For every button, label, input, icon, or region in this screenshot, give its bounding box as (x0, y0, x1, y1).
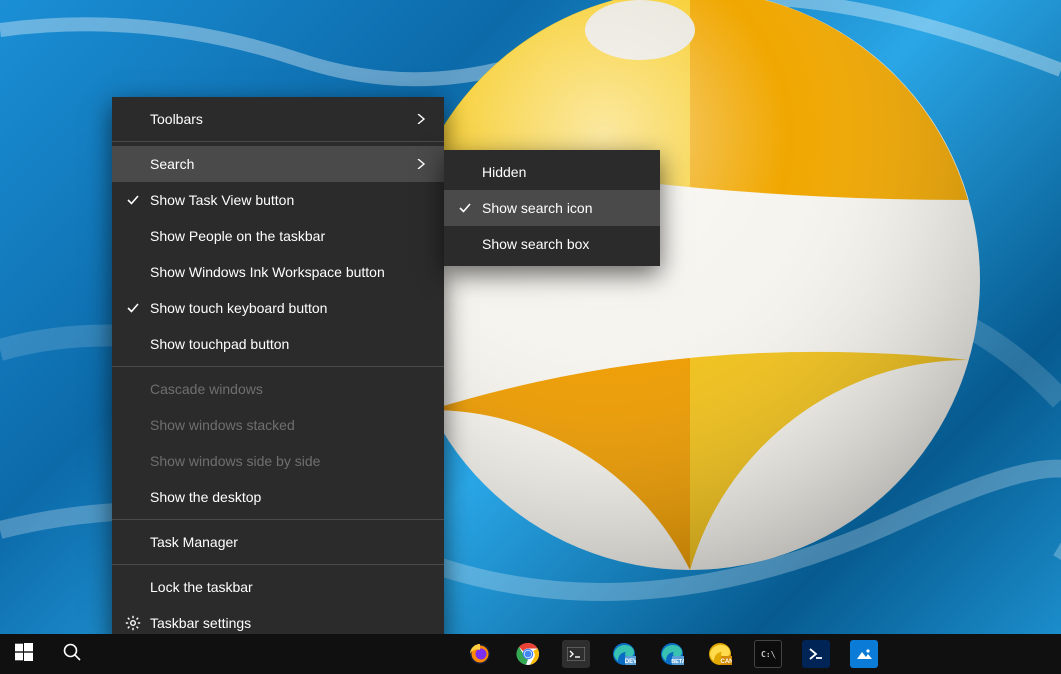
check-icon (122, 189, 144, 211)
taskbar-context-menu: Toolbars Search Show Task View button Sh… (112, 97, 444, 645)
edge-beta-icon: BETA (658, 640, 686, 668)
menu-item-label: Task Manager (150, 534, 388, 550)
svg-text:CAN: CAN (721, 659, 733, 665)
spacer-icon (122, 261, 144, 283)
menu-item-label: Show Windows Ink Workspace button (150, 264, 388, 280)
menu-item-label: Taskbar settings (150, 615, 388, 631)
start-button[interactable] (0, 634, 48, 674)
menu-item-show-ink[interactable]: Show Windows Ink Workspace button (112, 254, 444, 290)
menu-item-label: Show Task View button (150, 192, 388, 208)
menu-item-toolbars[interactable]: Toolbars (112, 101, 444, 137)
taskbar-app-cmd[interactable]: C:\_ (744, 634, 792, 674)
menu-item-label: Show search icon (482, 200, 646, 216)
spacer-icon (454, 161, 476, 183)
photos-icon (850, 640, 878, 668)
chevron-right-icon (412, 159, 430, 169)
taskbar: DEV BETA CAN C:\_ (0, 634, 1061, 674)
menu-separator (112, 366, 444, 367)
spacer-icon (122, 378, 144, 400)
spacer-icon (122, 108, 144, 130)
check-icon (122, 297, 144, 319)
spacer-icon (122, 450, 144, 472)
spacer-icon (122, 225, 144, 247)
edge-canary-icon: CAN (706, 640, 734, 668)
chrome-icon (514, 640, 542, 668)
menu-separator (112, 519, 444, 520)
spacer-icon (122, 486, 144, 508)
menu-item-label: Show windows stacked (150, 417, 388, 433)
svg-text:DEV: DEV (625, 659, 636, 665)
spacer-icon (122, 333, 144, 355)
taskbar-search-button[interactable] (48, 634, 96, 674)
spacer-icon (122, 531, 144, 553)
menu-separator (112, 564, 444, 565)
submenu-item-show-search-icon[interactable]: Show search icon (444, 190, 660, 226)
check-icon (454, 197, 476, 219)
menu-item-label: Show touch keyboard button (150, 300, 388, 316)
menu-item-task-manager[interactable]: Task Manager (112, 524, 444, 560)
spacer-icon (454, 233, 476, 255)
menu-item-label: Cascade windows (150, 381, 388, 397)
edge-dev-icon: DEV (610, 640, 638, 668)
menu-item-label: Lock the taskbar (150, 579, 388, 595)
powershell-icon (802, 640, 830, 668)
windows-logo-icon (15, 643, 33, 666)
svg-text:BETA: BETA (671, 659, 684, 665)
menu-item-label: Show touchpad button (150, 336, 388, 352)
cmd-icon: C:\_ (754, 640, 782, 668)
menu-item-show-desktop[interactable]: Show the desktop (112, 479, 444, 515)
menu-item-label: Show windows side by side (150, 453, 388, 469)
search-submenu: Hidden Show search icon Show search box (444, 150, 660, 266)
menu-item-lock-taskbar[interactable]: Lock the taskbar (112, 569, 444, 605)
submenu-item-hidden[interactable]: Hidden (444, 154, 660, 190)
menu-item-cascade: Cascade windows (112, 371, 444, 407)
spacer-icon (122, 576, 144, 598)
menu-item-show-people[interactable]: Show People on the taskbar (112, 218, 444, 254)
menu-item-show-task-view[interactable]: Show Task View button (112, 182, 444, 218)
menu-separator (112, 141, 444, 142)
menu-item-label: Show the desktop (150, 489, 388, 505)
taskbar-app-terminal[interactable] (552, 634, 600, 674)
gear-icon (122, 612, 144, 634)
taskbar-app-chrome[interactable] (504, 634, 552, 674)
search-icon (62, 642, 82, 667)
spacer-icon (122, 153, 144, 175)
taskbar-app-edge-beta[interactable]: BETA (648, 634, 696, 674)
taskbar-app-photos[interactable] (840, 634, 888, 674)
firefox-icon (466, 640, 494, 668)
menu-item-show-touch-keyboard[interactable]: Show touch keyboard button (112, 290, 444, 326)
menu-item-show-touchpad[interactable]: Show touchpad button (112, 326, 444, 362)
svg-text:C:\_: C:\_ (761, 650, 776, 659)
taskbar-app-edge-canary[interactable]: CAN (696, 634, 744, 674)
submenu-item-show-search-box[interactable]: Show search box (444, 226, 660, 262)
chevron-right-icon (412, 114, 430, 124)
taskbar-app-powershell[interactable] (792, 634, 840, 674)
menu-item-stacked: Show windows stacked (112, 407, 444, 443)
spacer-icon (122, 414, 144, 436)
taskbar-app-firefox[interactable] (456, 634, 504, 674)
menu-item-label: Hidden (482, 164, 646, 180)
menu-item-label: Show search box (482, 236, 646, 252)
menu-item-label: Toolbars (150, 111, 388, 127)
menu-item-side-by-side: Show windows side by side (112, 443, 444, 479)
menu-item-label: Show People on the taskbar (150, 228, 388, 244)
menu-item-label: Search (150, 156, 388, 172)
taskbar-app-edge-dev[interactable]: DEV (600, 634, 648, 674)
terminal-icon (562, 640, 590, 668)
menu-item-search[interactable]: Search (112, 146, 444, 182)
